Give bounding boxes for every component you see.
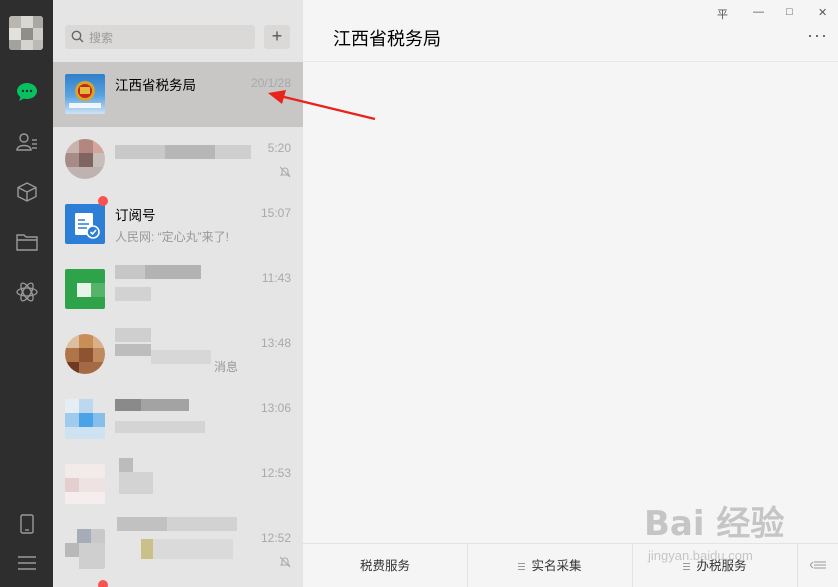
chat-time: 15:07 (260, 206, 291, 220)
more-button[interactable]: ··· (807, 26, 828, 44)
blurred-avatar (65, 529, 105, 569)
blurred-avatar (65, 399, 105, 439)
pin-button[interactable]: 平 (717, 6, 728, 22)
nav-mini-programs[interactable] (0, 272, 53, 312)
mute-icon (279, 555, 291, 573)
nav-more[interactable] (0, 543, 53, 583)
chat-name: 江西省税务局 (115, 78, 196, 93)
chat-icon (16, 82, 38, 102)
blurred-avatar (65, 269, 105, 309)
nav-phone[interactable] (0, 504, 53, 544)
folder-icon (15, 233, 38, 251)
subscription-icon (65, 204, 105, 244)
menu-icon (17, 555, 36, 571)
user-avatar[interactable] (9, 16, 43, 50)
chat-time: 12:52 (260, 531, 291, 545)
chat-item[interactable]: 13:06 (53, 387, 303, 452)
keyboard-toggle[interactable] (798, 544, 838, 587)
chat-time: 13:06 (260, 401, 291, 415)
search-box[interactable]: 搜索 (65, 25, 255, 49)
search-input[interactable]: 搜索 (89, 29, 113, 46)
official-account-menu: 税费服务 实名采集 办税服务 (303, 543, 838, 587)
minimize-button[interactable]: — (753, 6, 764, 18)
nav-favorites[interactable] (0, 172, 53, 212)
blurred-avatar (65, 139, 105, 179)
phone-icon (19, 514, 34, 534)
watermark-brand: Bai 经验 (644, 504, 785, 544)
chat-time: 5:20 (267, 141, 291, 155)
chat-time: 11:43 (261, 271, 291, 285)
chat-preview: 消息 (214, 360, 239, 374)
box-icon (16, 182, 37, 202)
keyboard-icon (809, 559, 826, 573)
nav-rail (0, 0, 53, 587)
chat-header: 江西省税务局 平 — □ ✕ ··· (303, 0, 838, 62)
menu-label: 税费服务 (359, 559, 410, 573)
contacts-icon (15, 132, 38, 152)
submenu-icon (683, 563, 691, 571)
chat-item-subscriptions[interactable]: 订阅号 人民网: “定心丸”来了! 15:07 (53, 192, 303, 257)
chat-item[interactable]: 12:52 (53, 517, 303, 582)
menu-tax-services[interactable]: 税费服务 (303, 544, 467, 587)
maximize-button[interactable]: □ (786, 6, 793, 18)
submenu-icon (518, 563, 526, 571)
chat-time: 12:53 (260, 466, 291, 480)
chat-time: 13:48 (260, 336, 291, 350)
unread-badge (98, 196, 108, 206)
menu-real-name[interactable]: 实名采集 (468, 544, 632, 587)
close-button[interactable]: ✕ (818, 6, 827, 19)
annotation-arrow (268, 90, 376, 121)
blurred-avatar (65, 464, 105, 504)
add-button[interactable]: + (264, 25, 290, 49)
mute-icon (279, 165, 291, 183)
chat-item[interactable]: 消息 13:48 (53, 322, 303, 387)
chat-preview: 人民网: “定心丸”来了! (115, 230, 229, 244)
tax-bureau-avatar (65, 74, 105, 114)
search-icon (71, 30, 84, 48)
nav-contacts[interactable] (0, 122, 53, 162)
nav-chats[interactable] (0, 72, 53, 112)
watermark-url: jingyan.baidu.com (648, 548, 753, 563)
chat-name: 订阅号 (115, 208, 156, 223)
blurred-avatar (65, 334, 105, 374)
nav-files[interactable] (0, 222, 53, 262)
mini-program-icon (15, 281, 38, 303)
chat-title: 江西省税务局 (333, 29, 441, 49)
menu-label: 实名采集 (531, 559, 582, 573)
chat-item[interactable]: 5:20 (53, 127, 303, 192)
chat-item[interactable]: 11:43 (53, 257, 303, 322)
unread-badge (98, 580, 108, 587)
chat-item[interactable]: 12:53 (53, 452, 303, 517)
